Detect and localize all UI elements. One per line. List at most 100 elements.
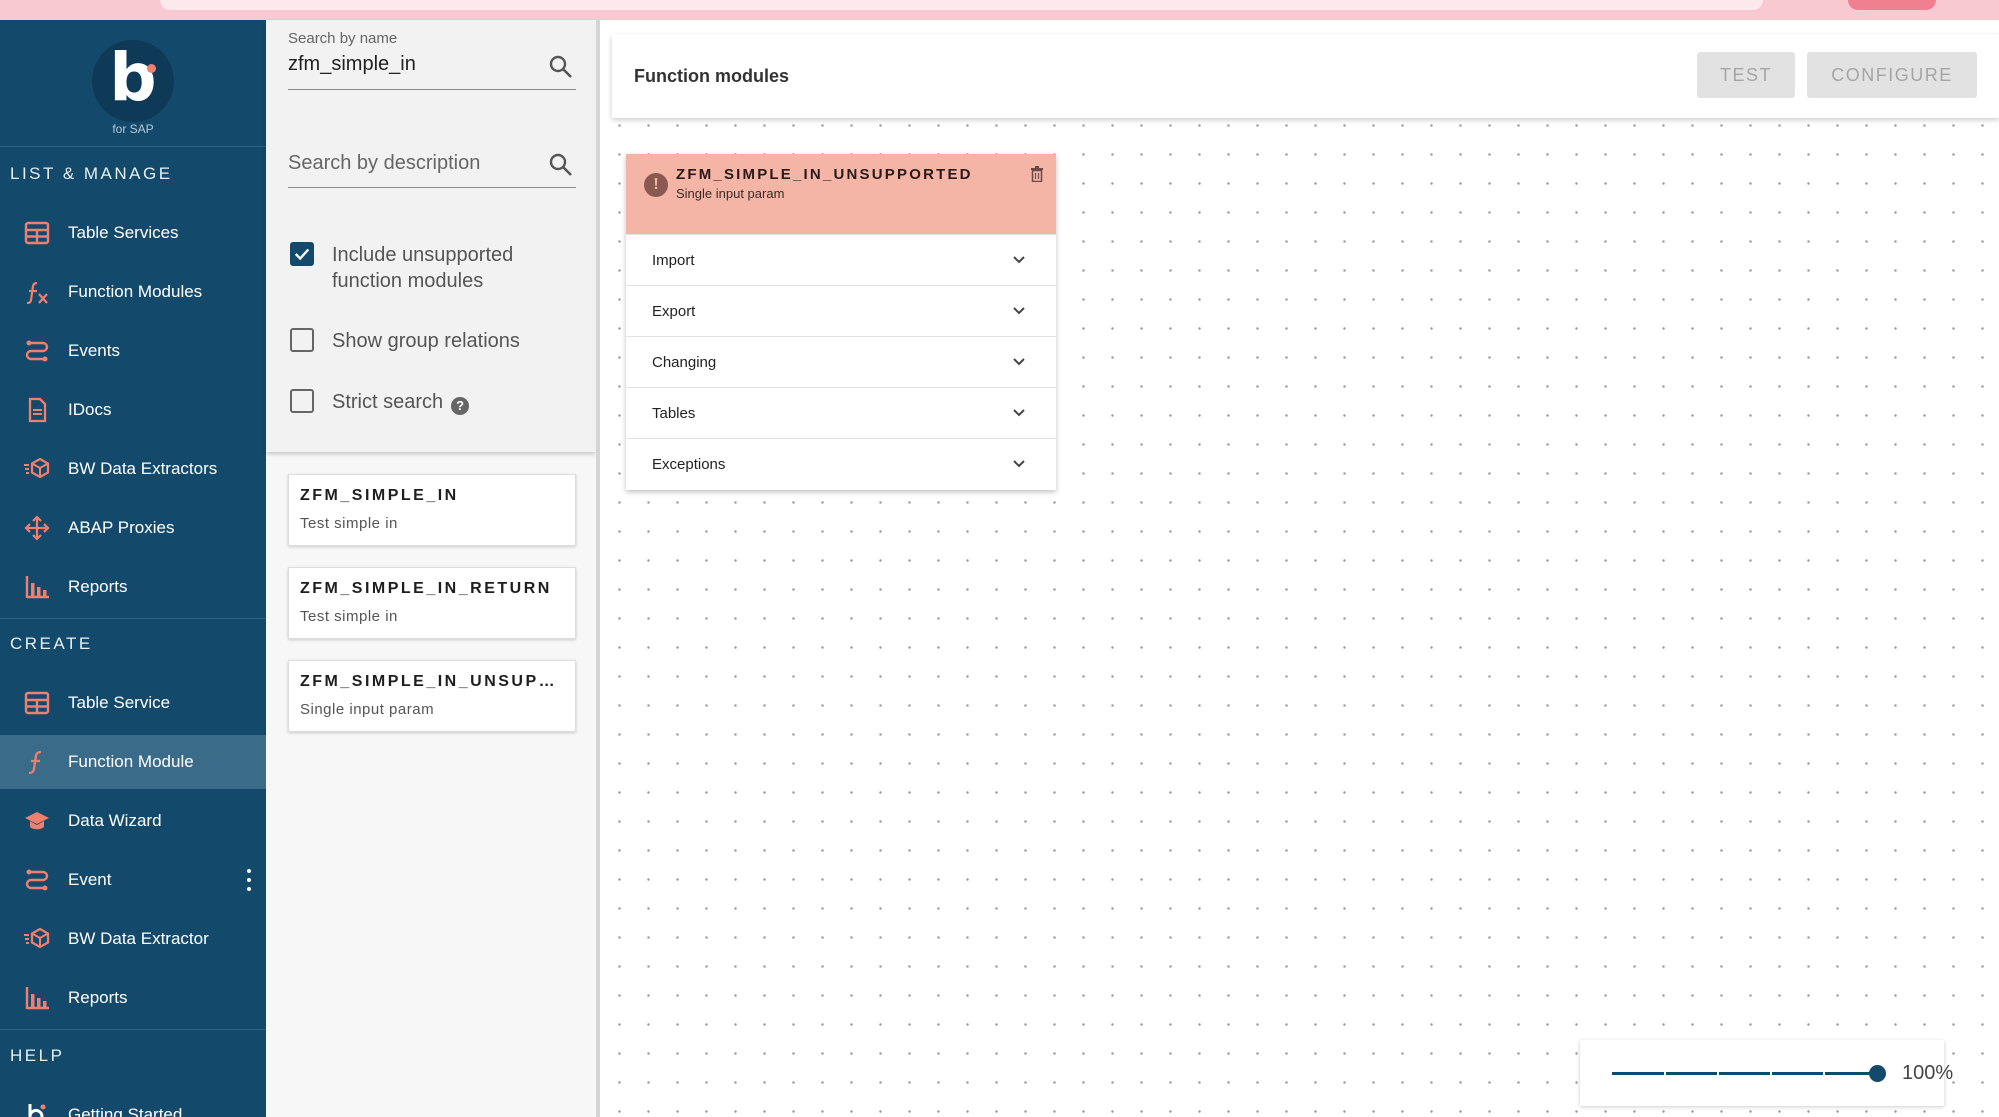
chevron-down-icon [1013, 409, 1025, 417]
events-icon [22, 865, 52, 895]
warning-icon: ! [644, 173, 668, 197]
configure-button[interactable]: CONFIGURE [1807, 52, 1977, 98]
zoom-value: 100% [1902, 1062, 1954, 1084]
canvas-header: Function modules TEST CONFIGURE [612, 34, 1999, 118]
sidebar-item-create-event[interactable]: Event [0, 853, 266, 907]
section-title-help: HELP [10, 1046, 65, 1065]
zoom-control: 100% [1580, 1040, 1953, 1106]
result-item[interactable]: ZFM_SIMPLE_IN Test simple in [288, 474, 576, 546]
search-by-description-input[interactable] [288, 152, 538, 175]
top-banner [0, 0, 1999, 20]
sidebar-item-create-data-wizard[interactable]: Data Wizard [0, 794, 266, 848]
sidebar-item-label: Events [68, 341, 120, 360]
result-item[interactable]: ZFM_SIMPLE_IN_RETURN Test simple in [288, 567, 576, 639]
result-item[interactable]: ZFM_SIMPLE_IN_UNSUP… Single input param [288, 660, 576, 732]
include-unsupported-checkbox[interactable] [290, 242, 314, 266]
show-group-relations-label: Show group relations [332, 330, 520, 352]
result-title: ZFM_SIMPLE_IN_RETURN [300, 580, 552, 597]
sidebar-item-label: Data Wizard [68, 811, 162, 830]
sidebar-item-label: Function Module [68, 752, 194, 771]
document-icon [22, 395, 52, 425]
sidebar-divider [0, 146, 266, 147]
show-group-relations-row[interactable]: Show group relations [290, 328, 520, 354]
search-filters: Search by name Include unsupportedfuncti… [266, 20, 596, 452]
sidebar-item-bw-data-extractors[interactable]: BW Data Extractors [0, 442, 266, 496]
result-description: Test simple in [300, 608, 398, 625]
sidebar-item-label: Table Service [68, 693, 171, 712]
logo-b-icon [22, 1100, 52, 1117]
zoom-tick [1823, 1071, 1825, 1076]
sidebar-item-getting-started[interactable]: Getting Started [0, 1088, 266, 1117]
include-unsupported-row[interactable]: Include unsupported function modules [290, 242, 513, 294]
show-group-relations-checkbox[interactable] [290, 328, 314, 352]
sidebar-item-label: Table Services [68, 223, 179, 242]
strict-search-label: Strict search? [332, 389, 470, 415]
result-title: ZFM_SIMPLE_IN_UNSUP… [300, 673, 558, 690]
search-icon[interactable] [548, 152, 574, 178]
sidebar: b for SAP LIST & MANAGE Table Services F… [0, 20, 266, 1117]
function-module-card[interactable]: ! ZFM_SIMPLE_IN_UNSUPPORTED Single input… [626, 154, 1056, 490]
sidebar-item-events[interactable]: Events [0, 324, 266, 378]
table-icon [22, 688, 52, 718]
bar-chart-icon [22, 983, 52, 1013]
zoom-tick [1770, 1071, 1772, 1076]
chevron-down-icon [1013, 307, 1025, 315]
sidebar-item-idocs[interactable]: IDocs [0, 383, 266, 437]
sidebar-item-label: Function Modules [68, 282, 203, 301]
search-by-description-field [288, 148, 576, 188]
sidebar-item-create-table-service[interactable]: Table Service [0, 676, 266, 730]
section-title-list-manage: LIST & MANAGE [10, 164, 173, 183]
sidebar-item-create-bw-data-extractor[interactable]: BW Data Extractor [0, 912, 266, 966]
section-tables[interactable]: Tables [626, 387, 1056, 438]
delete-icon[interactable] [1030, 166, 1044, 182]
zoom-slider-track[interactable] [1612, 1072, 1880, 1075]
zoom-slider-thumb[interactable] [1869, 1065, 1886, 1082]
page-title: Function modules [634, 66, 789, 86]
section-export[interactable]: Export [626, 285, 1056, 336]
sidebar-item-label: BW Data Extractor [68, 929, 209, 948]
extractor-icon [22, 454, 52, 484]
search-icon[interactable] [548, 54, 574, 80]
more-options-icon[interactable] [246, 869, 252, 891]
sidebar-item-table-services[interactable]: Table Services [0, 206, 266, 260]
search-panel: Search by name Include unsupportedfuncti… [266, 20, 596, 1117]
top-banner-bar [160, 0, 1763, 10]
top-banner-pill[interactable] [1848, 0, 1936, 10]
proxy-icon [22, 513, 52, 543]
sidebar-item-label: ABAP Proxies [68, 518, 175, 537]
bar-chart-icon [22, 572, 52, 602]
chevron-down-icon [1013, 358, 1025, 366]
section-label: Exceptions [652, 455, 726, 473]
search-by-name-field: Search by name [288, 30, 576, 90]
strict-search-checkbox[interactable] [290, 389, 314, 413]
sidebar-item-label: Getting Started [68, 1105, 183, 1117]
search-by-name-label: Search by name [288, 30, 398, 47]
chevron-down-icon [1013, 256, 1025, 264]
section-label: Export [652, 302, 696, 320]
sidebar-item-abap-proxies[interactable]: ABAP Proxies [0, 501, 266, 555]
test-button[interactable]: TEST [1697, 52, 1795, 98]
help-icon[interactable]: ? [451, 397, 470, 415]
sidebar-item-function-modules[interactable]: Function Modules [0, 265, 266, 319]
section-label: Changing [652, 353, 717, 371]
section-label: Import [652, 251, 695, 269]
logo-subtitle: for SAP [112, 122, 154, 136]
sidebar-item-label: BW Data Extractors [68, 459, 218, 478]
chevron-down-icon [1013, 460, 1025, 468]
strict-search-row[interactable]: Strict search? [290, 389, 470, 415]
sidebar-item-reports[interactable]: Reports [0, 560, 266, 614]
section-exceptions[interactable]: Exceptions [626, 438, 1056, 489]
section-changing[interactable]: Changing [626, 336, 1056, 387]
sidebar-item-label: IDocs [68, 400, 112, 419]
result-description: Single input param [300, 701, 435, 718]
include-unsupported-label: Include unsupported function modules [332, 244, 514, 292]
section-import[interactable]: Import [626, 234, 1056, 285]
zoom-tick [1717, 1071, 1719, 1076]
search-by-name-input[interactable] [288, 53, 538, 76]
sidebar-item-create-function-module[interactable]: Function Module [0, 735, 266, 789]
events-icon [22, 336, 52, 366]
sidebar-item-create-reports[interactable]: Reports [0, 971, 266, 1025]
function-icon [22, 747, 52, 777]
function-module-title: ZFM_SIMPLE_IN_UNSUPPORTED [676, 166, 973, 183]
logo[interactable]: b for SAP [0, 20, 266, 148]
